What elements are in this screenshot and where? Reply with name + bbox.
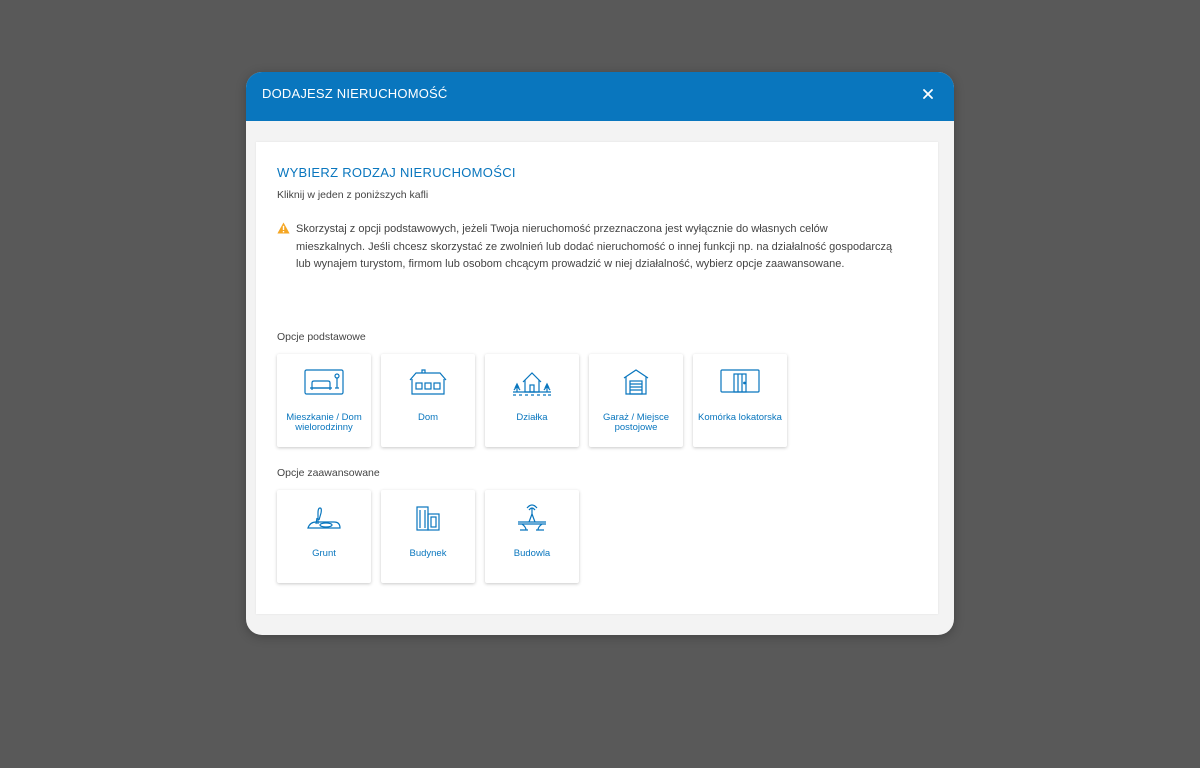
- storage-room-icon: [720, 369, 760, 393]
- tile-garage[interactable]: Garaż / Miejsce postojowe: [589, 354, 683, 447]
- tile-label: Grunt: [312, 548, 336, 559]
- tile-label: Budynek: [409, 548, 447, 559]
- tile-label: Komórka lokatorska: [698, 412, 782, 423]
- tile-label: Garaż / Miejsce postojowe: [603, 412, 669, 433]
- tile-building[interactable]: Budynek: [381, 490, 475, 583]
- property-type-panel: WYBIERZ RODZAJ NIERUCHOMOŚCI Kliknij w j…: [256, 142, 938, 614]
- tile-plot[interactable]: Działka: [485, 354, 579, 447]
- modal-header: DODAJESZ NIERUCHOMOŚĆ: [246, 72, 954, 121]
- apartment-icon: [304, 369, 344, 395]
- tile-structure[interactable]: Budowla: [485, 490, 579, 583]
- building-icon: [416, 506, 440, 531]
- close-button[interactable]: [918, 84, 938, 104]
- warning-icon: [277, 222, 290, 234]
- tile-house[interactable]: Dom: [381, 354, 475, 447]
- house-icon: [409, 369, 447, 395]
- tile-land[interactable]: Grunt: [277, 490, 371, 583]
- land-icon: [307, 507, 341, 529]
- advanced-options-tiles: Grunt Budynek Budowla: [277, 490, 579, 583]
- advanced-options-label: Opcje zaawansowane: [277, 467, 380, 479]
- structure-icon: [518, 504, 546, 531]
- warning-text: Skorzystaj z opcji podstawowych, jeżeli …: [296, 223, 893, 270]
- tile-label: Dom: [417, 412, 439, 423]
- tile-label: Budowla: [513, 548, 551, 559]
- panel-heading: WYBIERZ RODZAJ NIERUCHOMOŚCI: [277, 165, 516, 180]
- add-property-modal: DODAJESZ NIERUCHOMOŚĆ WYBIERZ RODZAJ NIE…: [246, 72, 954, 635]
- tile-storage-room[interactable]: Komórka lokatorska: [693, 354, 787, 447]
- panel-subheading: Kliknij w jeden z poniższych kafli: [277, 189, 429, 201]
- tile-label: Mieszkanie / Dom wielorodzinny: [286, 412, 362, 433]
- basic-options-tiles: Mieszkanie / Dom wielorodzinny Dom Dział…: [277, 354, 787, 447]
- plot-icon: [513, 372, 551, 396]
- tile-apartment[interactable]: Mieszkanie / Dom wielorodzinny: [277, 354, 371, 447]
- tile-label: Działka: [516, 412, 548, 423]
- warning-notice: Skorzystaj z opcji podstawowych, jeżeli …: [277, 221, 897, 274]
- modal-title: DODAJESZ NIERUCHOMOŚĆ: [262, 86, 448, 101]
- close-icon: [923, 89, 933, 99]
- basic-options-label: Opcje podstawowe: [277, 331, 366, 343]
- garage-icon: [623, 369, 649, 395]
